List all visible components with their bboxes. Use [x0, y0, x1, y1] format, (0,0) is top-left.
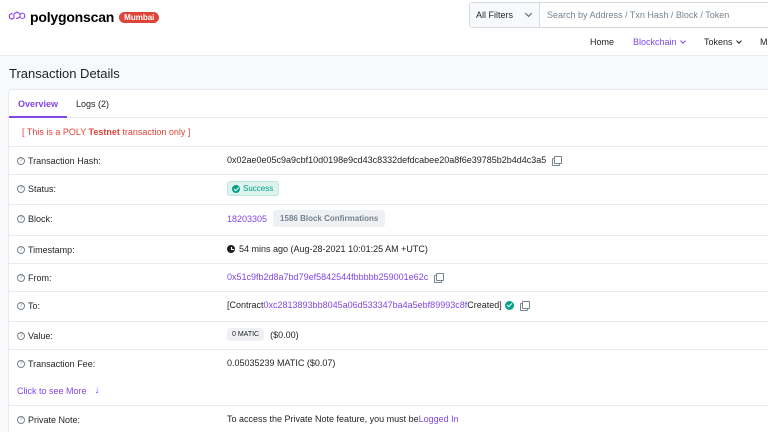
status-value-wrap: Success: [227, 181, 280, 196]
question-icon[interactable]: ?: [17, 332, 25, 340]
fee-row: ? Transaction Fee: 0.05035239 MATIC ($0.0…: [9, 349, 768, 377]
verified-check-icon: [504, 300, 514, 310]
tab-bar: Overview Logs (2): [9, 90, 768, 118]
tx-hash-value-wrap: 0x02ae0e05c9a9cbf10d0198e9cd43c8332defdc…: [227, 155, 563, 166]
block-row: ? Block: 18203305 1586 Block Confirmations: [9, 204, 768, 232]
nav-blockchain-label: Blockchain: [633, 37, 677, 47]
private-note-label: ? Private Note:: [17, 415, 80, 425]
timestamp-label-text: Timestamp:: [28, 245, 75, 255]
status-badge-text: Success: [243, 184, 274, 193]
value-value-wrap: 0 MATIC ($0.00): [227, 328, 299, 341]
testnet-notice-suffix: transaction only ]: [119, 127, 191, 137]
status-badge: Success: [227, 181, 280, 196]
chevron-down-icon: [524, 9, 533, 18]
copy-icon[interactable]: [434, 272, 445, 283]
nav-tokens[interactable]: Tokens: [704, 37, 742, 47]
to-suffix: Created]: [467, 300, 502, 310]
question-icon[interactable]: ?: [17, 274, 25, 282]
fee-value: 0.05035239 MATIC ($0.07): [227, 358, 336, 368]
fee-label: ? Transaction Fee:: [17, 359, 95, 369]
block-number-link[interactable]: 18203305: [227, 214, 267, 224]
to-label: ? To:: [17, 301, 40, 311]
to-row: ? To: [Contract 0xc2813893bb8045a06d53334…: [9, 291, 768, 319]
tab-logs[interactable]: Logs (2): [76, 99, 109, 109]
tx-hash-value: 0x02ae0e05c9a9cbf10d0198e9cd43c8332defdc…: [227, 155, 547, 165]
tx-hash-row: ? Transaction Hash: 0x02ae0e05c9a9cbf10d0…: [9, 146, 768, 174]
nav-more[interactable]: M: [760, 37, 768, 47]
timestamp-value-wrap: 54 mins ago (Aug-28-2021 10:01:25 AM +UT…: [227, 244, 428, 254]
value-label-text: Value:: [28, 331, 53, 341]
tx-hash-label: ? Transaction Hash:: [17, 156, 101, 166]
question-icon[interactable]: ?: [17, 416, 25, 424]
fee-label-text: Transaction Fee:: [28, 359, 96, 369]
arrow-down-icon: ↓: [94, 385, 100, 396]
chevron-down-icon: [735, 38, 742, 44]
nav-home[interactable]: Home: [590, 37, 614, 47]
private-note-value-wrap: To access the Private Note feature, you …: [227, 414, 459, 424]
transaction-card: Overview Logs (2) [ This is a POLY Testn…: [8, 89, 768, 432]
page-title: Transaction Details: [9, 66, 120, 81]
login-link[interactable]: Logged In: [419, 414, 459, 424]
from-address-link[interactable]: 0x51c9fb2d8a7bd79ef5842544fbbbbb259001e6…: [227, 272, 428, 282]
to-prefix: [Contract: [227, 300, 264, 310]
to-label-text: To:: [28, 301, 41, 311]
private-note-row: ? Private Note: To access the Private Not…: [9, 405, 768, 432]
network-badge: Mumbai: [119, 11, 160, 23]
timestamp-row: ? Timestamp: 54 mins ago (Aug-28-2021 10:…: [9, 235, 768, 263]
active-tab-indicator: [9, 116, 67, 118]
block-label-text: Block:: [28, 214, 53, 224]
nav-blockchain[interactable]: Blockchain: [633, 37, 686, 47]
question-icon[interactable]: ?: [17, 185, 25, 193]
from-label: ? From:: [17, 273, 52, 283]
tab-overview[interactable]: Overview: [18, 99, 58, 109]
private-note-label-text: Private Note:: [28, 415, 81, 425]
status-label-text: Status:: [28, 184, 57, 194]
testnet-notice-prefix: [ This is a POLY: [22, 127, 89, 137]
clock-icon: [227, 245, 235, 253]
timestamp-value: 54 mins ago (Aug-28-2021 10:01:25 AM +UT…: [239, 244, 428, 254]
value-usd: ($0.00): [270, 329, 299, 340]
polygon-logo-icon: [8, 11, 26, 20]
from-value-wrap: 0x51c9fb2d8a7bd79ef5842544fbbbbb259001e6…: [227, 272, 445, 283]
main-nav: Home Blockchain Tokens M: [0, 37, 768, 49]
search-input[interactable]: [540, 3, 768, 27]
status-row: ? Status: Success: [9, 174, 768, 202]
fee-value-wrap: 0.05035239 MATIC ($0.07): [227, 358, 335, 368]
timestamp-label: ? Timestamp:: [17, 245, 75, 255]
private-note-text: To access the Private Note feature, you …: [227, 414, 419, 424]
contract-address-link[interactable]: 0xc2813893bb8045a06d533347ba4a5ebf89993c…: [264, 300, 468, 310]
search-filter-select[interactable]: All Filters: [470, 3, 540, 27]
search-filter-label: All Filters: [476, 10, 514, 20]
question-icon[interactable]: ?: [17, 302, 25, 310]
chevron-down-icon: [679, 38, 686, 44]
value-amount-badge: 0 MATIC: [227, 328, 265, 341]
see-more-link[interactable]: Click to see More ↓: [17, 385, 100, 396]
question-icon[interactable]: ?: [17, 157, 25, 165]
logo-text: polygonscan: [30, 9, 115, 25]
block-value-wrap: 18203305 1586 Block Confirmations: [227, 210, 386, 227]
copy-icon[interactable]: [519, 300, 530, 311]
value-row: ? Value: 0 MATIC ($0.00): [9, 321, 768, 349]
testnet-notice-bold: Testnet: [88, 127, 120, 137]
site-header: polygonscan Mumbai All Filters Home Bloc…: [0, 0, 768, 56]
tx-hash-label-text: Transaction Hash:: [28, 156, 101, 166]
testnet-notice: [ This is a POLY Testnet transaction onl…: [22, 127, 190, 137]
question-icon[interactable]: ?: [17, 246, 25, 254]
search-bar: All Filters: [469, 2, 768, 28]
block-label: ? Block:: [17, 214, 53, 224]
nav-tokens-label: Tokens: [704, 37, 733, 47]
from-row: ? From: 0x51c9fb2d8a7bd79ef5842544fbbbbb2…: [9, 263, 768, 291]
from-label-text: From:: [28, 273, 52, 283]
value-label: ? Value:: [17, 331, 53, 341]
status-label: ? Status:: [17, 184, 56, 194]
question-icon[interactable]: ?: [17, 215, 25, 223]
to-value-wrap: [Contract 0xc2813893bb8045a06d533347ba4a…: [227, 300, 530, 311]
block-confirmations-badge: 1586 Block Confirmations: [273, 210, 386, 227]
question-icon[interactable]: ?: [17, 360, 25, 368]
site-logo[interactable]: polygonscan Mumbai: [8, 9, 160, 25]
check-circle-icon: [232, 184, 240, 193]
copy-icon[interactable]: [552, 155, 563, 166]
see-more-text: Click to see More: [17, 385, 87, 396]
